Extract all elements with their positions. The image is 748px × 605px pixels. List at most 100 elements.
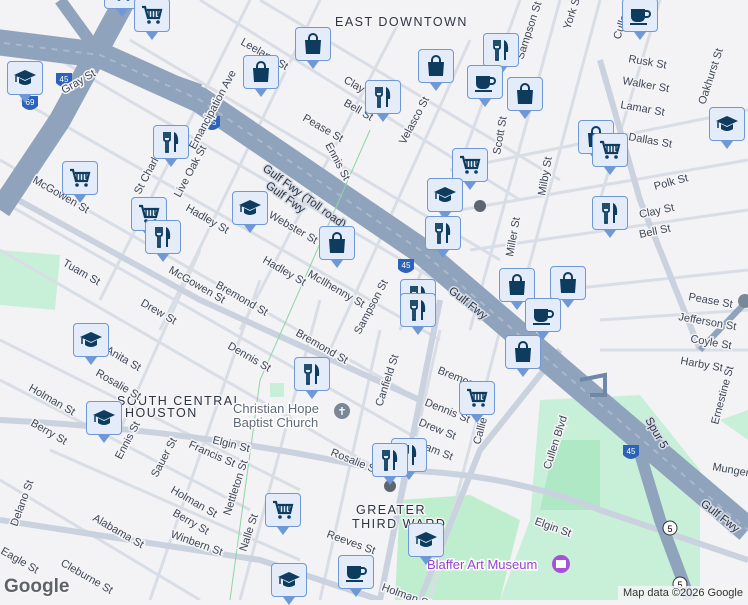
map-marker-cart[interactable] <box>452 148 488 190</box>
map-marker-cart[interactable] <box>592 133 628 175</box>
school-icon <box>415 532 437 547</box>
map-marker-bag[interactable] <box>550 266 586 308</box>
school-icon <box>14 70 36 85</box>
street-label: Holman St <box>27 382 77 418</box>
restaurant-icon <box>602 203 618 224</box>
street-label: Anita St <box>104 344 143 374</box>
neighborhood-label: EAST DOWNTOWN <box>335 15 468 29</box>
coffee-icon <box>346 566 367 582</box>
map-marker-cart[interactable] <box>134 0 170 40</box>
bag-icon <box>253 61 269 82</box>
school-icon <box>93 410 115 425</box>
museum-label[interactable]: Blaffer Art Museum <box>426 556 539 574</box>
neighborhood-label: GREATER <box>356 503 426 517</box>
street-label: Walker St <box>621 75 670 95</box>
coffee-icon <box>475 76 496 92</box>
street-label: Pease St <box>301 112 346 145</box>
church-label[interactable]: Baptist Church <box>232 414 320 432</box>
cart-icon <box>142 5 163 24</box>
map-marker-coffee[interactable] <box>622 0 658 40</box>
map-marker-restaurant[interactable] <box>145 220 181 262</box>
cart-icon <box>273 500 294 519</box>
cart-icon <box>460 155 481 174</box>
bag-icon <box>560 272 576 293</box>
street-label: Harby St <box>679 355 723 374</box>
restaurant-icon <box>382 450 398 471</box>
map-marker-restaurant[interactable] <box>365 80 401 122</box>
map-marker-bag[interactable] <box>418 49 454 91</box>
map-marker-school[interactable] <box>427 178 463 220</box>
map-marker-coffee[interactable] <box>525 298 561 340</box>
map-marker-cart[interactable] <box>265 493 301 535</box>
map-marker-restaurant[interactable] <box>400 293 436 335</box>
map-marker-restaurant[interactable] <box>425 216 461 258</box>
svg-text:✝: ✝ <box>337 406 346 418</box>
map-marker-bag[interactable] <box>499 268 535 310</box>
google-logo: Google <box>4 576 70 597</box>
park-area <box>720 410 748 440</box>
map-marker-school[interactable] <box>408 523 444 565</box>
map-marker-school[interactable] <box>271 563 307 605</box>
map-marker-bag[interactable] <box>507 77 543 119</box>
restaurant-icon <box>493 40 509 61</box>
restaurant-icon <box>410 300 426 321</box>
map-marker-coffee[interactable] <box>338 555 374 597</box>
street-label: Rusk St <box>627 53 667 72</box>
map-marker-restaurant[interactable] <box>294 357 330 399</box>
map-marker-bag[interactable] <box>505 335 541 377</box>
street-label: Pease St <box>687 291 733 311</box>
street-label: York St <box>561 0 583 31</box>
map-marker-restaurant[interactable] <box>153 125 189 167</box>
street-label: Munger St <box>711 461 748 482</box>
bag-icon <box>509 274 525 295</box>
school-icon <box>434 187 456 202</box>
map-marker-cart[interactable] <box>62 161 98 203</box>
cart-icon <box>467 388 488 407</box>
bag-icon <box>305 33 321 54</box>
coffee-icon <box>533 309 554 325</box>
map-marker-restaurant[interactable] <box>592 196 628 238</box>
street-label: Winbern St <box>169 529 224 559</box>
park-area <box>270 383 284 397</box>
map-marker-school[interactable] <box>7 61 43 103</box>
street-label: Alabama St <box>91 512 146 551</box>
map-marker-restaurant[interactable] <box>483 33 519 75</box>
church-icon[interactable]: ✝ <box>334 403 350 419</box>
map-attribution[interactable]: Map data ©2026 Google <box>617 586 748 600</box>
school-icon <box>80 332 102 347</box>
neighborhood-label: HOUSTON <box>125 406 198 420</box>
map-marker-bag[interactable] <box>243 55 279 97</box>
map-marker-school[interactable] <box>86 401 122 443</box>
restaurant-icon <box>163 132 179 153</box>
map-marker-bag[interactable] <box>319 226 355 268</box>
school-icon <box>278 572 300 587</box>
svg-text:45: 45 <box>627 447 636 456</box>
street-label: Webster St <box>267 209 320 247</box>
street-label: Dallas St <box>627 131 672 150</box>
street-label: Jefferson St <box>677 311 737 333</box>
restaurant-icon <box>375 87 391 108</box>
street-label: Eagle St <box>0 545 41 576</box>
map-marker-school[interactable] <box>73 323 109 365</box>
map-marker-school[interactable] <box>709 107 745 149</box>
bag-icon <box>329 232 345 253</box>
cart-icon <box>600 140 621 159</box>
school-icon <box>716 116 738 131</box>
map-marker-school[interactable] <box>232 191 268 233</box>
svg-text:5: 5 <box>667 524 672 534</box>
bag-icon <box>515 341 531 362</box>
cart-icon <box>117 0 130 1</box>
street-label: Oakhurst St <box>696 47 725 106</box>
church-label[interactable]: Christian Hope <box>232 400 321 418</box>
bag-icon <box>428 55 444 76</box>
map-marker-cart[interactable] <box>459 381 495 423</box>
bag-icon <box>517 83 533 104</box>
street-label: Sauer St <box>149 436 180 479</box>
restaurant-icon <box>435 223 451 244</box>
cart-icon <box>70 168 91 187</box>
map-marker-restaurant[interactable] <box>372 443 408 485</box>
street-label: Miller St <box>504 216 523 257</box>
map-marker-coffee[interactable] <box>467 65 503 107</box>
map-marker-bag[interactable] <box>295 27 331 69</box>
museum-icon[interactable] <box>552 555 570 573</box>
